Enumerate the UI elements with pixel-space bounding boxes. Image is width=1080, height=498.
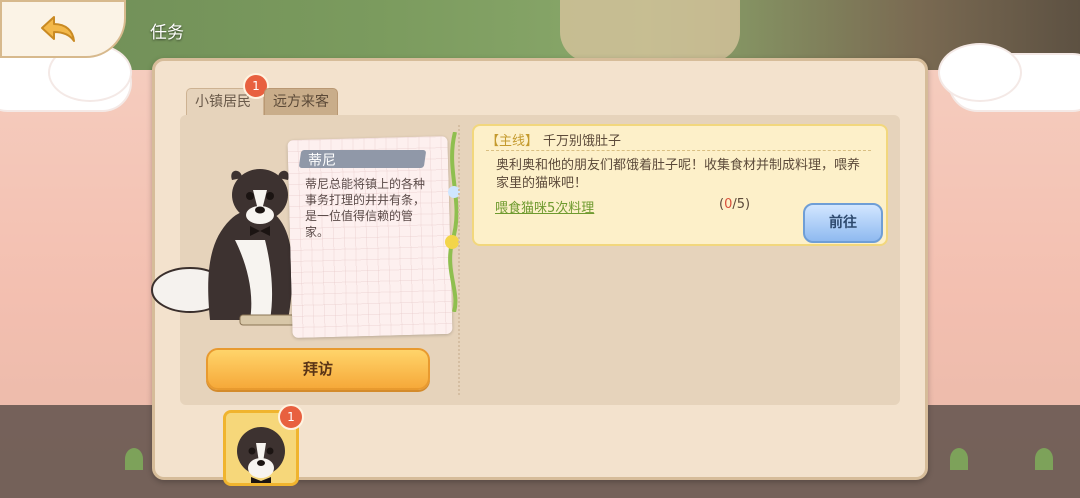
- quest-description: 奥利奥和他的朋友们都饿着肚子呢！收集食材并制成料理，喂养家里的猫咪吧！: [496, 158, 861, 191]
- column-divider: [458, 125, 460, 395]
- progress-total: /5): [732, 197, 751, 212]
- quest-type-tag: 【主线】: [486, 134, 539, 149]
- character-name: 蒂尼: [308, 153, 336, 169]
- quest-title: 千万别饿肚子: [543, 134, 622, 149]
- grass-tuft: [1035, 448, 1053, 470]
- page-title: 任务: [150, 23, 184, 43]
- back-arrow-icon: [41, 16, 75, 42]
- grass-tuft: [950, 448, 968, 470]
- quest-progress: (0/5): [719, 197, 750, 212]
- vine-decoration-icon: [445, 132, 460, 312]
- tab-label: 小镇居民: [195, 94, 251, 110]
- back-button[interactable]: [0, 0, 126, 58]
- tab-label: 远方来客: [273, 94, 329, 110]
- dog-character-illustration: [151, 169, 301, 326]
- tab-distant-visitors[interactable]: 远方来客: [264, 88, 338, 115]
- quest-task-link[interactable]: 喂食猫咪5次料理: [495, 197, 594, 216]
- quest-divider: [486, 150, 871, 151]
- cloud-right-puff: [940, 45, 1020, 100]
- avatar-badge: 1: [278, 404, 304, 430]
- go-button[interactable]: 前往: [803, 203, 883, 243]
- grass-tuft: [125, 448, 143, 470]
- character-description: 蒂尼总能将镇上的各种事务打理的井井有条，是一位值得信赖的管家。: [305, 177, 426, 239]
- visit-button[interactable]: 拜访: [206, 348, 430, 390]
